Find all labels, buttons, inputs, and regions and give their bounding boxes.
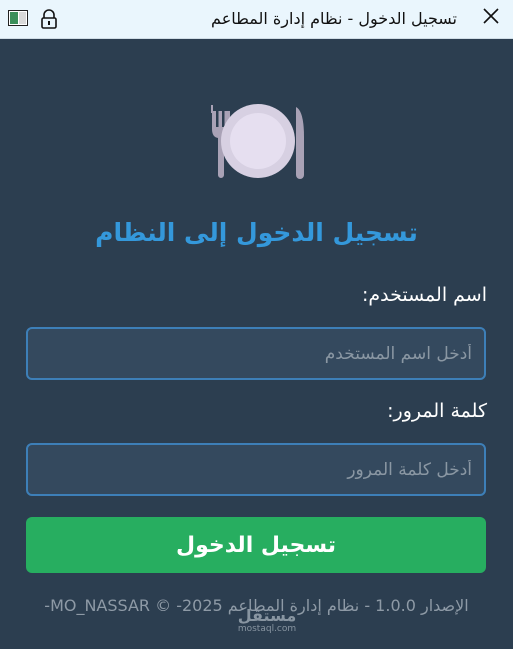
watermark-domain: mostaql.com — [237, 624, 297, 634]
close-button[interactable] — [476, 4, 506, 32]
window-titlebar: تسجيل الدخول - نظام إدارة المطاعم — [0, 0, 513, 39]
login-button[interactable]: تسجيل الدخول — [26, 517, 486, 573]
watermark-text: مستقل — [237, 606, 297, 625]
watermark: مستقل mostaql.com — [237, 606, 297, 635]
lock-icon — [40, 9, 58, 29]
username-input[interactable] — [26, 327, 486, 380]
close-icon — [483, 8, 499, 28]
username-label: اسم المستخدم: — [361, 284, 487, 306]
window-title: تسجيل الدخول - نظام إدارة المطاعم — [211, 9, 457, 28]
password-label: كلمة المرور: — [387, 400, 487, 422]
password-input[interactable] — [26, 443, 486, 496]
page-title: تسجيل الدخول إلى النظام — [95, 218, 418, 247]
plate-fork-knife-icon — [210, 103, 306, 179]
window-app-icon — [8, 10, 28, 26]
